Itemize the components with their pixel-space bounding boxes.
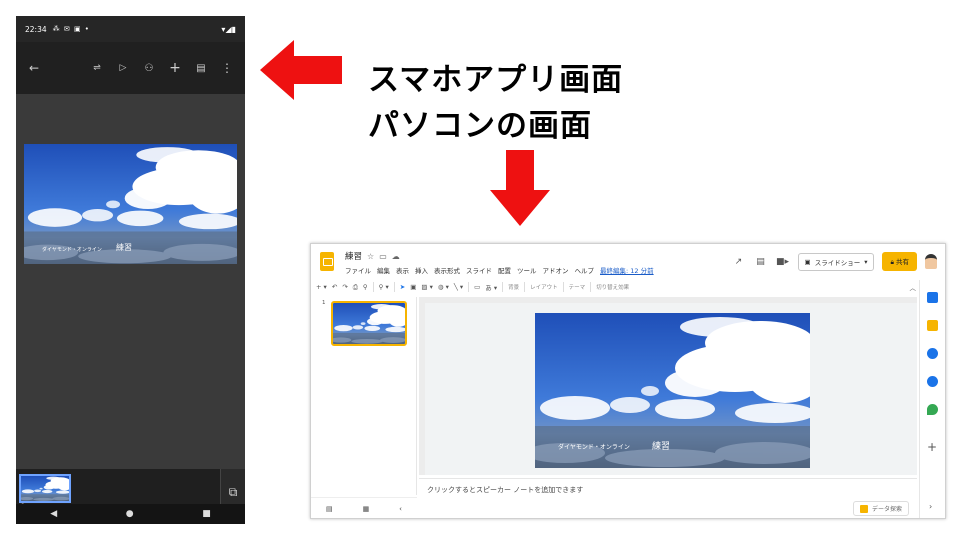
filmstrip-view-controls: ▤ ▦ ‹: [311, 497, 417, 518]
signal-battery-icon: ▾◢▮: [221, 24, 236, 34]
chart-icon[interactable]: ⇌: [87, 58, 107, 78]
desktop-slide[interactable]: ダイヤモンド・オンライン 練習: [535, 313, 810, 468]
comment-icon[interactable]: ▤: [191, 58, 211, 78]
comment-add-icon[interactable]: ▭: [474, 283, 480, 291]
comments-icon[interactable]: ▤: [754, 257, 768, 267]
toolbar-transition[interactable]: 切り替え効果: [596, 283, 629, 291]
grid-view-icon[interactable]: ▦: [363, 505, 370, 513]
header-actions: ↗ ▤ ■▸ ▣ スライドショー ▾ 🔒︎ 共有: [732, 252, 937, 271]
hide-panel-icon[interactable]: ›: [929, 502, 932, 511]
add-person-icon[interactable]: ⚇: [139, 58, 159, 78]
side-panel: + ›: [919, 280, 945, 518]
nav-back-icon[interactable]: ◀: [50, 509, 57, 519]
doc-title[interactable]: 練習: [345, 250, 362, 262]
arrow-left-icon: [260, 40, 342, 100]
phone-slide[interactable]: ダイヤモンド・オンライン 練習: [24, 144, 237, 264]
speaker-notes[interactable]: クリックするとスピーカー ノートを追加できます データ探索: [419, 478, 917, 518]
menu-view[interactable]: 表示: [396, 265, 409, 275]
activity-icon[interactable]: ↗: [732, 257, 746, 267]
toolbar-background[interactable]: 背景: [508, 283, 519, 291]
menu-addons[interactable]: アドオン: [543, 265, 569, 275]
paint-format-icon[interactable]: ⚲: [363, 283, 368, 291]
share-label: 共有: [896, 258, 909, 266]
editor-toolbar: + ▾ ↶ ↷ ⎙ ⚲ ⚲ ▾ ➤ ▣ ▨ ▾ ◍ ▾ ╲ ▾ ▭ あ ▾ 背景…: [316, 280, 916, 294]
phone-screen: 22:34 ⁂ ✉ ▣ • ▾◢▮ ← ⇌ ▷ ⚇ + ▤ ⋮ ダイヤモンド・オ…: [16, 16, 245, 524]
menu-slide[interactable]: スライド: [466, 265, 492, 275]
desktop-window: 練習 ☆ ▭ ☁ ファイル 編集 表示 挿入 表示形式 スライド 配置 ツール …: [310, 243, 946, 519]
menu-format[interactable]: 表示形式: [434, 265, 460, 275]
slides-logo-icon[interactable]: [320, 252, 334, 271]
tasks-icon[interactable]: [927, 348, 938, 359]
nav-recents-icon[interactable]: ■: [202, 509, 211, 519]
nav-home-icon[interactable]: ●: [126, 509, 134, 519]
image-icon[interactable]: ▨ ▾: [421, 283, 432, 291]
menu-file[interactable]: ファイル: [345, 265, 371, 275]
new-slide-icon[interactable]: + ▾: [316, 283, 327, 291]
explore-label: データ探索: [871, 506, 902, 513]
zoom-icon[interactable]: ⚲ ▾: [379, 283, 389, 291]
play-icon[interactable]: ▷: [113, 58, 133, 78]
input-tools-icon[interactable]: あ ▾: [485, 282, 497, 292]
menu-edit[interactable]: 編集: [377, 265, 390, 275]
menu-arrange[interactable]: 配置: [498, 265, 511, 275]
film-slide-thumbnail[interactable]: [331, 301, 407, 346]
caption-line-1: スマホアプリ画面: [368, 62, 624, 98]
calendar-icon[interactable]: [927, 292, 938, 303]
phone-toolbar: ← ⇌ ▷ ⚇ + ▤ ⋮: [16, 42, 245, 94]
arrow-down-icon: [490, 150, 550, 226]
desktop-filmstrip: 1: [311, 297, 417, 495]
status-time: 22:34: [25, 24, 47, 34]
star-icon[interactable]: ☆: [367, 252, 374, 261]
present-label: スライドショー: [814, 258, 861, 267]
chevron-down-icon[interactable]: ▾: [864, 258, 867, 266]
avatar[interactable]: [925, 254, 937, 269]
shape-icon[interactable]: ◍ ▾: [438, 283, 449, 291]
add-icon[interactable]: +: [165, 58, 185, 78]
toolbar-layout[interactable]: レイアウト: [530, 283, 558, 291]
desktop-slide-subtitle[interactable]: ダイヤモンド・オンライン: [558, 442, 630, 451]
filmstrip-view-icon[interactable]: ▤: [326, 505, 333, 513]
toolbar-theme[interactable]: テーマ: [569, 283, 586, 291]
notes-placeholder[interactable]: クリックするとスピーカー ノートを追加できます: [427, 485, 583, 495]
textbox-icon[interactable]: ▣: [410, 283, 416, 291]
line-icon[interactable]: ╲ ▾: [454, 283, 463, 291]
collapse-toolbar-icon[interactable]: ︿: [910, 282, 917, 292]
redo-icon[interactable]: ↷: [342, 283, 347, 291]
contacts-icon[interactable]: [927, 376, 938, 387]
present-button[interactable]: ▣ スライドショー ▾: [797, 252, 875, 271]
move-folder-icon[interactable]: ▭: [379, 252, 387, 261]
more-vert-icon[interactable]: ⋮: [217, 58, 237, 78]
menu-bar: ファイル 編集 表示 挿入 表示形式 スライド 配置 ツール アドオン ヘルプ …: [345, 265, 654, 275]
explore-button[interactable]: データ探索: [852, 501, 909, 516]
select-icon[interactable]: ➤: [400, 283, 405, 291]
status-bar: 22:34 ⁂ ✉ ▣ • ▾◢▮: [16, 16, 245, 42]
print-icon[interactable]: ⎙: [353, 283, 358, 292]
maps-icon[interactable]: [927, 404, 938, 415]
notification-icons: ⁂ ✉ ▣ •: [52, 25, 90, 33]
menu-tools[interactable]: ツール: [517, 265, 537, 275]
undo-icon[interactable]: ↶: [332, 283, 337, 291]
phone-slide-title: 練習: [116, 243, 132, 252]
last-edit-link[interactable]: 最終編集: 12 分前: [600, 265, 654, 275]
caption-line-2: パソコンの画面: [368, 108, 592, 144]
phone-slide-thumbnail[interactable]: [19, 474, 71, 503]
android-nav-bar: ◀ ● ■: [16, 504, 245, 524]
back-arrow-icon[interactable]: ←: [24, 58, 44, 78]
film-slide-number: 1: [322, 300, 326, 306]
desktop-slide-title[interactable]: 練習: [652, 439, 670, 452]
title-row: 練習 ☆ ▭ ☁: [345, 250, 400, 263]
present-icon: ▣: [804, 257, 811, 266]
collapse-filmstrip-icon[interactable]: ‹: [399, 505, 402, 513]
get-addons-icon[interactable]: +: [927, 440, 937, 454]
lock-icon: 🔒︎: [890, 258, 894, 266]
cloud-status-icon: ☁: [391, 251, 400, 261]
explore-icon: [859, 504, 868, 513]
phone-slide-subtitle: ダイヤモンド・オンライン: [42, 247, 102, 253]
menu-insert[interactable]: 挿入: [415, 265, 428, 275]
menu-help[interactable]: ヘルプ: [575, 265, 595, 275]
meet-icon[interactable]: ■▸: [776, 257, 790, 267]
share-button[interactable]: 🔒︎ 共有: [882, 252, 917, 271]
keep-icon[interactable]: [927, 320, 938, 331]
